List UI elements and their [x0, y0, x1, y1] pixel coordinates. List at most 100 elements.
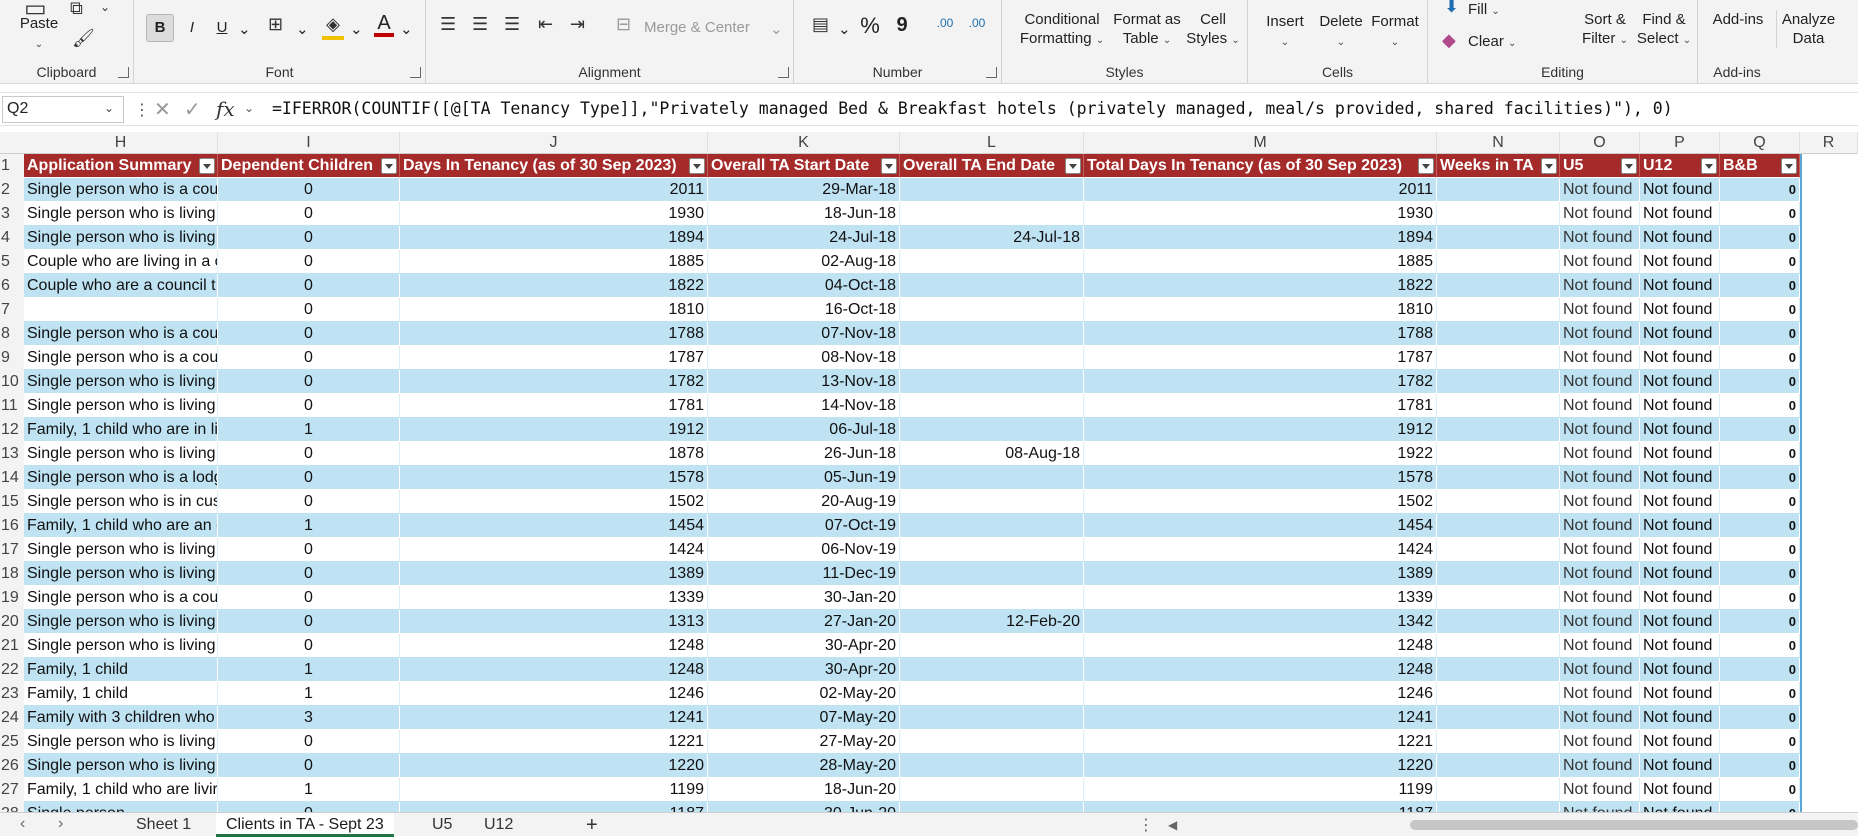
formula-input[interactable]: =IFERROR(COUNTIF([@[TA Tenancy Type]],"P…	[272, 99, 1673, 118]
table-cell[interactable]: Not found	[1640, 442, 1720, 466]
row-header[interactable]: 14	[0, 466, 24, 490]
table-cell[interactable]	[900, 274, 1084, 298]
filter-dropdown-icon[interactable]	[1781, 158, 1797, 174]
table-cell[interactable]	[1437, 778, 1560, 802]
table-cell[interactable]: 0	[1720, 394, 1800, 418]
column-header-j[interactable]: J	[400, 132, 708, 154]
table-cell[interactable]: 30-Jan-20	[708, 586, 900, 610]
table-cell[interactable]: 1578	[400, 466, 708, 490]
table-cell[interactable]: Not found	[1560, 562, 1640, 586]
table-cell[interactable]: Single person who is living v	[24, 442, 218, 466]
table-cell[interactable]: Family, 1 child	[24, 658, 218, 682]
font-color-button[interactable]: A	[374, 13, 394, 37]
clear-icon[interactable]: ◆	[1442, 30, 1456, 51]
row-header[interactable]: 13	[0, 442, 24, 466]
table-cell[interactable]: 1885	[400, 250, 708, 274]
table-cell[interactable]: Single person who is living v	[24, 202, 218, 226]
table-cell[interactable]	[1437, 298, 1560, 322]
table-cell[interactable]	[900, 298, 1084, 322]
table-cell[interactable]: 0	[1720, 346, 1800, 370]
table-cell[interactable]: 0	[1720, 778, 1800, 802]
table-cell[interactable]: 1	[218, 658, 400, 682]
borders-icon[interactable]: ⊞	[268, 14, 283, 35]
table-cell[interactable]: 30-Apr-20	[708, 658, 900, 682]
alignment-launcher-icon[interactable]	[778, 67, 789, 78]
table-cell[interactable]: Not found	[1560, 226, 1640, 250]
table-cell[interactable]: Not found	[1640, 346, 1720, 370]
table-cell[interactable]: Not found	[1560, 370, 1640, 394]
table-cell[interactable]: Not found	[1560, 322, 1640, 346]
table-cell[interactable]	[900, 514, 1084, 538]
copy-dropdown-icon[interactable]: ⌄	[100, 0, 110, 14]
table-cell[interactable]: 1894	[400, 226, 708, 250]
table-cell[interactable]	[1437, 490, 1560, 514]
row-header[interactable]: 15	[0, 490, 24, 514]
insert-button[interactable]: Insert ⌄	[1262, 12, 1308, 52]
paste-button[interactable]: Paste ⌄	[14, 14, 64, 54]
table-cell[interactable]: Not found	[1560, 514, 1640, 538]
table-cell[interactable]: 02-May-20	[708, 682, 900, 706]
table-cell[interactable]: 1578	[1084, 466, 1437, 490]
table-cell[interactable]: 1246	[400, 682, 708, 706]
table-cell[interactable]	[1437, 226, 1560, 250]
row-header[interactable]: 20	[0, 610, 24, 634]
add-sheet-button[interactable]: +	[576, 813, 608, 837]
table-cell[interactable]: 0	[1720, 418, 1800, 442]
table-cell[interactable]: 0	[218, 634, 400, 658]
filter-dropdown-icon[interactable]	[1065, 158, 1081, 174]
table-cell[interactable]: 1788	[400, 322, 708, 346]
filter-dropdown-icon[interactable]	[381, 158, 397, 174]
table-cell[interactable]: Single person who is living v	[24, 610, 218, 634]
table-cell[interactable]: 1241	[400, 706, 708, 730]
table-cell[interactable]: Not found	[1640, 274, 1720, 298]
table-cell[interactable]: 0	[218, 490, 400, 514]
filter-dropdown-icon[interactable]	[1621, 158, 1637, 174]
table-cell[interactable]: Not found	[1640, 250, 1720, 274]
table-cell[interactable]	[900, 754, 1084, 778]
cell-styles-button[interactable]: Cell Styles ⌄	[1184, 10, 1242, 50]
table-cell[interactable]: 1810	[400, 298, 708, 322]
table-cell[interactable]: Not found	[1640, 466, 1720, 490]
table-cell[interactable]: Not found	[1560, 730, 1640, 754]
merge-center-button[interactable]: Merge & Center	[644, 18, 754, 37]
table-cell[interactable]: Not found	[1560, 250, 1640, 274]
table-cell[interactable]: Not found	[1640, 754, 1720, 778]
table-cell[interactable]	[1437, 418, 1560, 442]
table-cell[interactable]: Not found	[1560, 394, 1640, 418]
row-header[interactable]: 17	[0, 538, 24, 562]
table-cell[interactable]: Single person who is living v	[24, 634, 218, 658]
format-button[interactable]: Format ⌄	[1368, 12, 1422, 52]
table-cell[interactable]: 0	[1720, 274, 1800, 298]
table-cell[interactable]: 28-May-20	[708, 754, 900, 778]
table-cell[interactable]: Single person who is living v	[24, 370, 218, 394]
table-cell[interactable]: 30-Jun-20	[708, 802, 900, 812]
fill-icon[interactable]: ⬇	[1444, 0, 1459, 17]
table-cell[interactable]: 0	[218, 442, 400, 466]
row-header[interactable]: 8	[0, 322, 24, 346]
merge-dropdown-icon[interactable]: ⌄	[770, 20, 783, 39]
table-cell[interactable]: Single person who is living v	[24, 226, 218, 250]
table-cell[interactable]: 07-Oct-19	[708, 514, 900, 538]
italic-button[interactable]: I	[182, 18, 202, 37]
table-cell[interactable]: 1878	[400, 442, 708, 466]
table-cell[interactable]: 0	[218, 394, 400, 418]
table-cell[interactable]: Single person who is in cus	[24, 490, 218, 514]
table-cell[interactable]	[1437, 658, 1560, 682]
table-cell[interactable]	[900, 682, 1084, 706]
table-cell[interactable]: 24-Jul-18	[708, 226, 900, 250]
table-header-cell[interactable]: Days In Tenancy (as of 30 Sep 2023)	[400, 154, 708, 178]
delete-button[interactable]: Delete ⌄	[1316, 12, 1366, 52]
table-cell[interactable]: 1241	[1084, 706, 1437, 730]
table-cell[interactable]: Not found	[1560, 202, 1640, 226]
table-cell[interactable]: 1199	[400, 778, 708, 802]
table-cell[interactable]: 0	[1720, 706, 1800, 730]
column-header-h[interactable]: H	[24, 132, 218, 154]
table-cell[interactable]: Not found	[1640, 298, 1720, 322]
merge-icon[interactable]: ⊟	[616, 14, 631, 35]
table-cell[interactable]	[1437, 610, 1560, 634]
table-cell[interactable]: 1930	[1084, 202, 1437, 226]
analyze-data-button[interactable]: Analyze Data	[1776, 10, 1840, 48]
table-cell[interactable]: 1389	[400, 562, 708, 586]
table-cell[interactable]: 0	[218, 562, 400, 586]
row-header[interactable]: 27	[0, 778, 24, 802]
